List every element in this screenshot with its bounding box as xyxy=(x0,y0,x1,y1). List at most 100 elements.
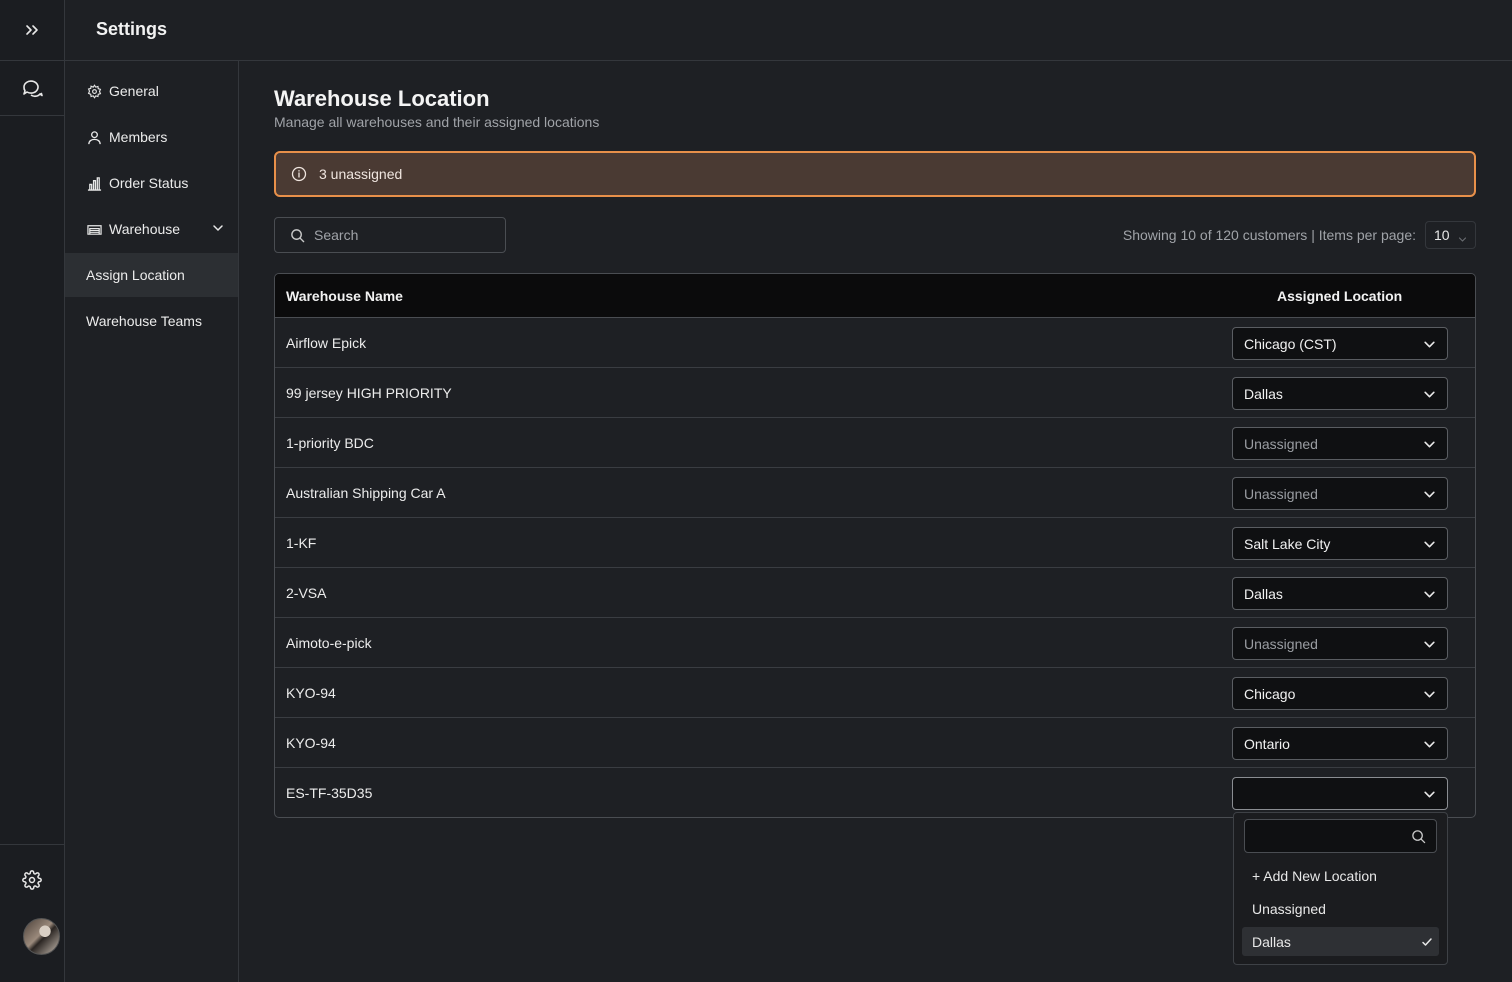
table-row: KYO-94 Chicago xyxy=(275,668,1475,718)
location-select[interactable] xyxy=(1232,777,1448,810)
table-row: 2-VSA Dallas xyxy=(275,568,1475,618)
page-subtitle: Manage all warehouses and their assigned… xyxy=(274,114,600,130)
search-icon xyxy=(1411,829,1426,849)
warehouse-name-cell: ES-TF-35D35 xyxy=(286,785,373,801)
sidebar-item-label: Warehouse Teams xyxy=(86,313,202,329)
chevron-down-icon xyxy=(1423,738,1436,754)
sidebar-item-label: Order Status xyxy=(109,175,189,191)
icon-rail xyxy=(0,0,65,982)
sidebar-item-order-status[interactable]: Order Status xyxy=(65,161,238,205)
location-select[interactable]: Unassigned xyxy=(1232,627,1448,660)
sidebar-item-general[interactable]: General xyxy=(65,69,238,113)
check-icon xyxy=(1421,935,1433,951)
location-select-value: Salt Lake City xyxy=(1244,535,1331,552)
warehouse-name-cell: Australian Shipping Car A xyxy=(286,485,446,501)
gear-icon xyxy=(22,870,42,890)
items-per-page-select[interactable]: 10 xyxy=(1425,221,1476,249)
table-row: Aimoto-e-pick Unassigned xyxy=(275,618,1475,668)
table-row: 1-priority BDC Unassigned xyxy=(275,418,1475,468)
unassigned-alert: 3 unassigned xyxy=(274,151,1476,197)
sidebar-item-label: Warehouse xyxy=(109,221,181,237)
main-content: Warehouse Location Manage all warehouses… xyxy=(239,61,1512,982)
sidebar-item-warehouse[interactable]: Warehouse xyxy=(65,207,238,251)
dropdown-search-input[interactable] xyxy=(1244,819,1437,853)
warehouse-name-cell: KYO-94 xyxy=(286,685,336,701)
settings-button[interactable] xyxy=(0,862,64,898)
chevron-down-icon xyxy=(1423,338,1436,354)
sidebar-item-label: Assign Location xyxy=(86,267,185,283)
user-icon xyxy=(86,129,102,145)
items-per-page-value: 10 xyxy=(1434,227,1450,243)
location-select[interactable]: Dallas xyxy=(1232,577,1448,610)
chevron-down-icon xyxy=(1423,588,1436,604)
chevron-down-icon xyxy=(1423,538,1436,554)
search-box[interactable] xyxy=(274,217,506,253)
chevron-down-icon xyxy=(1423,638,1436,654)
sidebar-item-label: General xyxy=(109,83,159,99)
chevron-down-icon xyxy=(1423,788,1436,804)
settings-sidebar: General Members Order Status Warehouse A… xyxy=(65,61,239,982)
chevron-down-icon xyxy=(1423,438,1436,454)
column-header-warehouse-name: Warehouse Name xyxy=(286,287,403,304)
location-select[interactable]: Chicago xyxy=(1232,677,1448,710)
location-select[interactable]: Salt Lake City xyxy=(1232,527,1448,560)
sidebar-item-label: Members xyxy=(109,129,168,145)
pagination-summary: Showing 10 of 120 customers | Items per … xyxy=(1122,227,1416,243)
dropdown-option-unassigned[interactable]: Unassigned xyxy=(1242,894,1439,923)
location-select-value: Dallas xyxy=(1244,385,1283,402)
location-select[interactable]: Unassigned xyxy=(1232,477,1448,510)
location-select-value: Ontario xyxy=(1244,735,1290,752)
warehouse-table: Warehouse Name Assigned Location Airflow… xyxy=(274,273,1476,818)
warehouse-name-cell: Aimoto-e-pick xyxy=(286,635,372,651)
location-select[interactable]: Chicago (CST) xyxy=(1232,327,1448,360)
warehouse-name-cell: Airflow Epick xyxy=(286,335,367,351)
table-row: 99 jersey HIGH PRIORITY Dallas xyxy=(275,368,1475,418)
warehouse-name-cell: 1-KF xyxy=(286,535,317,551)
chevron-down-icon xyxy=(212,221,224,237)
table-body: Airflow Epick Chicago (CST) 99 jersey HIGH… xyxy=(275,318,1475,817)
column-header-assigned-location: Assigned Location xyxy=(1277,287,1403,304)
double-chevron-right-icon xyxy=(26,25,38,35)
location-select-value: Chicago xyxy=(1244,685,1296,702)
alert-text: 3 unassigned xyxy=(319,166,403,182)
location-select-value: Unassigned xyxy=(1244,485,1318,502)
search-input[interactable] xyxy=(314,227,494,243)
dropdown-option-add-new-location[interactable]: + Add New Location xyxy=(1242,861,1439,890)
location-select-value: Unassigned xyxy=(1244,435,1318,452)
chevron-down-icon xyxy=(1423,488,1436,504)
warehouse-name-cell: 2-VSA xyxy=(286,585,327,601)
dropdown-option-dallas[interactable]: Dallas xyxy=(1242,927,1439,956)
location-select[interactable]: Unassigned xyxy=(1232,427,1448,460)
location-select-value: Chicago (CST) xyxy=(1244,335,1337,352)
sidebar-item-warehouse-teams[interactable]: Warehouse Teams xyxy=(65,299,238,343)
dropdown-option-label: Dallas xyxy=(1252,933,1291,950)
chevron-down-icon xyxy=(1458,231,1467,247)
table-row: KYO-94 Ontario xyxy=(275,718,1475,768)
warehouse-name-cell: 1-priority BDC xyxy=(286,435,374,451)
location-select-value: Dallas xyxy=(1244,585,1283,602)
warehouse-name-cell: 99 jersey HIGH PRIORITY xyxy=(286,385,452,401)
location-dropdown-menu: + Add New Location Unassigned Dallas xyxy=(1233,812,1448,965)
bar-chart-icon xyxy=(86,175,102,191)
rail-divider xyxy=(0,844,64,845)
location-select[interactable]: Dallas xyxy=(1232,377,1448,410)
info-icon xyxy=(291,166,307,182)
warehouse-name-cell: KYO-94 xyxy=(286,735,336,751)
location-select[interactable]: Ontario xyxy=(1232,727,1448,760)
sidebar-item-assign-location[interactable]: Assign Location xyxy=(65,253,238,297)
table-row: 1-KF Salt Lake City xyxy=(275,518,1475,568)
search-icon xyxy=(291,228,305,242)
gear-icon xyxy=(86,83,102,99)
table-row: ES-TF-35D35 xyxy=(275,768,1475,817)
page-header-title: Settings xyxy=(96,19,168,39)
expand-sidebar-button[interactable] xyxy=(0,0,64,61)
chat-button[interactable] xyxy=(0,61,64,116)
chevron-down-icon xyxy=(1423,388,1436,404)
chat-bubbles-icon xyxy=(23,80,43,98)
table-row: Australian Shipping Car A Unassigned xyxy=(275,468,1475,518)
page-title: Warehouse Location xyxy=(274,86,490,111)
table-header: Warehouse Name Assigned Location xyxy=(275,274,1475,318)
top-header: Settings xyxy=(65,0,1512,61)
sidebar-item-members[interactable]: Members xyxy=(65,115,238,159)
avatar[interactable] xyxy=(23,918,60,955)
